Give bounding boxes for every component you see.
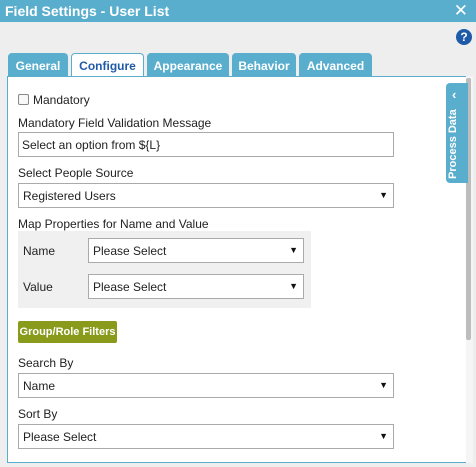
search-by-select[interactable]: Name ▼ [18, 373, 394, 398]
chevron-down-icon: ▼ [289, 281, 298, 291]
name-label: Name [23, 244, 56, 258]
value-label: Value [23, 280, 53, 294]
help-icon[interactable]: ? [456, 29, 472, 45]
mandatory-checkbox[interactable] [18, 94, 29, 105]
sort-by-value: Please Select [23, 430, 97, 444]
chevron-left-icon[interactable]: ‹ [452, 87, 456, 102]
value-select[interactable]: Please Select ▼ [88, 274, 304, 299]
chevron-down-icon: ▼ [289, 245, 298, 255]
map-properties-label: Map Properties for Name and Value [18, 217, 209, 231]
name-select-value: Please Select [93, 244, 167, 258]
search-by-value: Name [23, 379, 56, 393]
people-source-select[interactable]: Registered Users ▼ [18, 183, 394, 208]
chevron-down-icon: ▼ [379, 431, 388, 441]
mandatory-label: Mandatory [33, 93, 90, 107]
chevron-down-icon: ▼ [379, 380, 388, 390]
close-icon[interactable]: ✕ [454, 1, 468, 21]
tab-behavior[interactable]: Behavior [232, 53, 296, 77]
window-title: Field Settings - User List [5, 3, 170, 19]
title-bar: Field Settings - User List ✕ [0, 0, 476, 22]
tab-advanced[interactable]: Advanced [299, 53, 372, 77]
tab-appearance[interactable]: Appearance [147, 53, 229, 77]
tab-configure[interactable]: Configure [71, 53, 144, 78]
sort-by-select[interactable]: Please Select ▼ [18, 424, 394, 449]
validation-message-input[interactable]: Select an option from ${L} [18, 132, 394, 157]
people-source-label: Select People Source [18, 166, 134, 180]
people-source-value: Registered Users [23, 189, 116, 203]
tab-general[interactable]: General [8, 53, 68, 77]
validation-message-label: Mandatory Field Validation Message [18, 116, 212, 130]
sort-by-label: Sort By [18, 407, 58, 421]
process-data-label: Process Data [447, 109, 459, 179]
chevron-down-icon: ▼ [379, 190, 388, 200]
process-data-side-tab[interactable]: ‹ Process Data [446, 83, 468, 183]
group-role-filters-button[interactable]: Group/Role Filters [18, 321, 117, 343]
value-select-value: Please Select [93, 280, 167, 294]
search-by-label: Search By [18, 356, 74, 370]
name-select[interactable]: Please Select ▼ [88, 238, 304, 263]
